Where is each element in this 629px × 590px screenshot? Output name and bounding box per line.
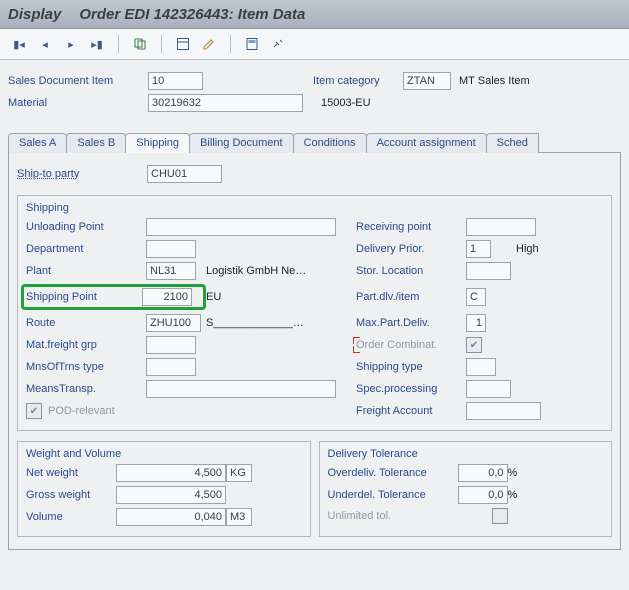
item-category-label: Item category	[313, 75, 403, 87]
order-combinat-checkbox[interactable]: ✔	[466, 337, 482, 353]
highlight-shipping-point: Shipping Point	[21, 284, 206, 310]
group-shipping: Shipping Unloading Point Receiving point…	[17, 195, 612, 431]
tab-schedule[interactable]: Sched	[486, 133, 539, 153]
group-wv-title: Weight and Volume	[26, 448, 302, 460]
plant-label: Plant	[26, 265, 146, 277]
freight-acc-field[interactable]	[466, 402, 541, 420]
overdeliv-label: Overdeliv. Tolerance	[328, 467, 458, 479]
ship-point-desc: EU	[206, 291, 356, 303]
percent-sign: %	[508, 467, 523, 479]
ship-type-label: Shipping type	[356, 361, 466, 373]
tab-billing[interactable]: Billing Document	[189, 133, 294, 153]
net-weight-field[interactable]	[116, 464, 226, 482]
toolbar-separator	[161, 35, 162, 53]
material-label: Material	[8, 97, 148, 109]
tab-shipping[interactable]: Shipping	[125, 133, 190, 153]
underdel-field[interactable]	[458, 486, 508, 504]
volume-field[interactable]	[116, 508, 226, 526]
tab-sales-a[interactable]: Sales A	[8, 133, 67, 153]
edit-icon[interactable]	[198, 34, 220, 54]
route-field[interactable]	[146, 314, 201, 332]
last-record-icon[interactable]: ▸▮	[86, 34, 108, 54]
stor-loc-label: Stor. Location	[356, 265, 466, 277]
max-part-field[interactable]	[466, 314, 486, 332]
deliv-prior-text: High	[516, 243, 556, 255]
part-dlv-field[interactable]	[466, 288, 486, 306]
spec-proc-label: Spec.processing	[356, 383, 466, 395]
ship-to-label: Ship-to party	[17, 168, 147, 180]
deliv-prior-field[interactable]	[466, 240, 491, 258]
group-weight-volume: Weight and Volume Net weight Gross weigh…	[17, 441, 311, 537]
plant-field[interactable]	[146, 262, 196, 280]
ship-to-field[interactable]	[147, 165, 222, 183]
pod-label: POD-relevant	[48, 405, 115, 417]
toolbar-separator	[118, 35, 119, 53]
deliv-prior-label: Delivery Prior.	[356, 243, 466, 255]
material-desc: 15003-EU	[321, 97, 371, 109]
title-order: Order EDI 142326443: Item Data	[79, 6, 305, 23]
spec-proc-field[interactable]	[466, 380, 511, 398]
title-display: Display	[8, 6, 61, 23]
item-category-desc: MT Sales Item	[459, 75, 530, 87]
stor-loc-field[interactable]	[466, 262, 511, 280]
item-category-field[interactable]	[403, 72, 451, 90]
configure-icon[interactable]	[267, 34, 289, 54]
plant-desc: Logistik GmbH Ne…	[206, 265, 356, 277]
tab-sales-b[interactable]: Sales B	[66, 133, 126, 153]
copy-icon[interactable]	[129, 34, 151, 54]
display-header-icon[interactable]	[172, 34, 194, 54]
unloading-field[interactable]	[146, 218, 336, 236]
sales-doc-item-label: Sales Document Item	[8, 75, 148, 87]
volume-unit[interactable]	[226, 508, 252, 526]
toolbar: ▮◂ ◂ ▸ ▸▮	[0, 29, 629, 60]
ship-point-label: Shipping Point	[26, 291, 142, 303]
receiving-label: Receiving point	[356, 221, 466, 233]
mat-freight-field[interactable]	[146, 336, 196, 354]
percent-sign: %	[508, 489, 523, 501]
freight-acc-label: Freight Account	[356, 405, 466, 417]
volume-label: Volume	[26, 511, 116, 523]
unloading-label: Unloading Point	[26, 221, 146, 233]
part-dlv-label: Part.dlv./item	[356, 291, 466, 303]
window-title: Display Order EDI 142326443: Item Data	[0, 0, 629, 29]
group-shipping-title: Shipping	[26, 202, 603, 214]
unlimited-tol-label: Unlimited tol.	[328, 510, 458, 522]
material-field[interactable]	[148, 94, 303, 112]
net-weight-unit[interactable]	[226, 464, 252, 482]
sales-doc-item-field[interactable]	[148, 72, 203, 90]
unlimited-tol-checkbox[interactable]	[492, 508, 508, 524]
receiving-field[interactable]	[466, 218, 536, 236]
tab-panel-shipping: Ship-to party Shipping Unloading Point R…	[8, 152, 621, 550]
mat-freight-label: Mat.freight grp	[26, 339, 146, 351]
toolbar-separator	[230, 35, 231, 53]
overdeliv-field[interactable]	[458, 464, 508, 482]
prev-record-icon[interactable]: ◂	[34, 34, 56, 54]
tab-account-assignment[interactable]: Account assignment	[366, 133, 487, 153]
mns-trns-field[interactable]	[146, 358, 196, 376]
underdel-label: Underdel. Tolerance	[328, 489, 458, 501]
pod-checkbox[interactable]: ✔	[26, 403, 42, 419]
next-record-icon[interactable]: ▸	[60, 34, 82, 54]
means-transp-label: MeansTransp.	[26, 383, 146, 395]
calculator-icon[interactable]	[241, 34, 263, 54]
group-delivery-tolerance: Delivery Tolerance Overdeliv. Tolerance …	[319, 441, 613, 537]
means-transp-field[interactable]	[146, 380, 336, 398]
order-combinat-label: Order Combinat.	[356, 339, 466, 351]
tab-conditions[interactable]: Conditions	[293, 133, 367, 153]
route-label: Route	[26, 317, 146, 329]
ship-type-field[interactable]	[466, 358, 496, 376]
gross-weight-label: Gross weight	[26, 489, 116, 501]
mns-trns-label: MnsOfTrns type	[26, 361, 146, 373]
ship-point-field[interactable]	[142, 288, 192, 306]
first-record-icon[interactable]: ▮◂	[8, 34, 30, 54]
max-part-label: Max.Part.Deliv.	[356, 317, 466, 329]
net-weight-label: Net weight	[26, 467, 116, 479]
department-field[interactable]	[146, 240, 196, 258]
group-dt-title: Delivery Tolerance	[328, 448, 604, 460]
tabstrip: Sales A Sales B Shipping Billing Documen…	[8, 132, 621, 152]
department-label: Department	[26, 243, 146, 255]
gross-weight-field[interactable]	[116, 486, 226, 504]
route-desc: S_____________…	[206, 317, 356, 329]
